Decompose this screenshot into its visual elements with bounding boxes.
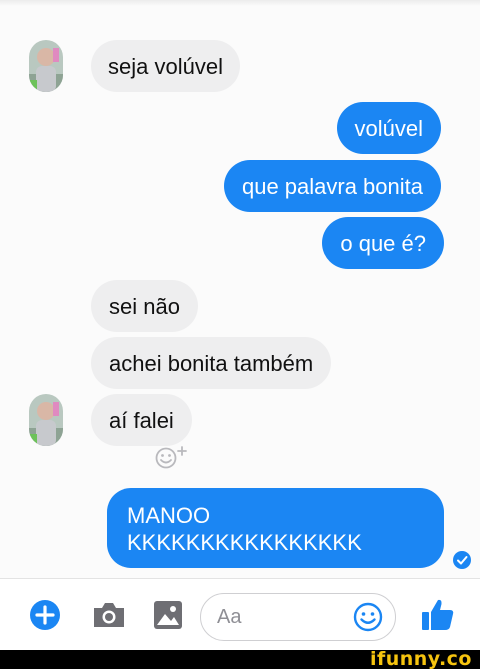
- message-text: achei bonita também: [109, 351, 314, 376]
- message-text: que palavra bonita: [241, 174, 423, 199]
- message-bubble-outgoing[interactable]: MANOO KKKKKKKKKKKKKKKK: [107, 488, 444, 568]
- avatar-photo: [29, 40, 63, 92]
- message-bubble-outgoing[interactable]: volúvel: [336, 102, 441, 154]
- message-bubble-incoming[interactable]: seja volúvel: [91, 40, 240, 92]
- message-text: volúvel: [354, 116, 423, 141]
- message-bubble-outgoing[interactable]: que palavra bonita: [223, 160, 441, 212]
- message-bubble-incoming[interactable]: sei não: [91, 280, 198, 332]
- message-composer: Aa: [0, 578, 480, 651]
- message-text: sei não: [109, 294, 180, 319]
- emoji-icon[interactable]: [353, 602, 383, 637]
- message-text: seja volúvel: [108, 54, 223, 79]
- message-bubble-incoming[interactable]: aí falei: [91, 394, 192, 446]
- message-text: aí falei: [109, 408, 174, 433]
- contact-avatar[interactable]: [29, 394, 63, 446]
- chat-thread: seja volúvel volúvel que palavra bonita …: [0, 0, 480, 578]
- message-bubble-outgoing[interactable]: o que é?: [322, 217, 444, 269]
- watermark: ifunny.co: [369, 648, 472, 670]
- add-reaction-icon[interactable]: [152, 444, 198, 470]
- message-input-placeholder: Aa: [217, 606, 242, 628]
- gallery-icon[interactable]: [153, 600, 183, 635]
- message-text: o que é?: [340, 231, 426, 256]
- message-text-line: MANOO: [127, 503, 211, 528]
- top-divider: [0, 0, 480, 6]
- camera-icon[interactable]: [92, 601, 126, 634]
- message-input[interactable]: Aa: [200, 593, 396, 641]
- add-icon[interactable]: [29, 599, 61, 636]
- like-icon[interactable]: [420, 597, 456, 638]
- watermark-bar: ifunny.co: [0, 648, 480, 670]
- message-bubble-incoming[interactable]: achei bonita também: [91, 337, 332, 389]
- message-text-line: KKKKKKKKKKKKKKKK: [127, 530, 362, 555]
- contact-avatar[interactable]: [29, 40, 63, 92]
- seen-check-icon: [453, 551, 471, 569]
- avatar-photo: [29, 394, 63, 446]
